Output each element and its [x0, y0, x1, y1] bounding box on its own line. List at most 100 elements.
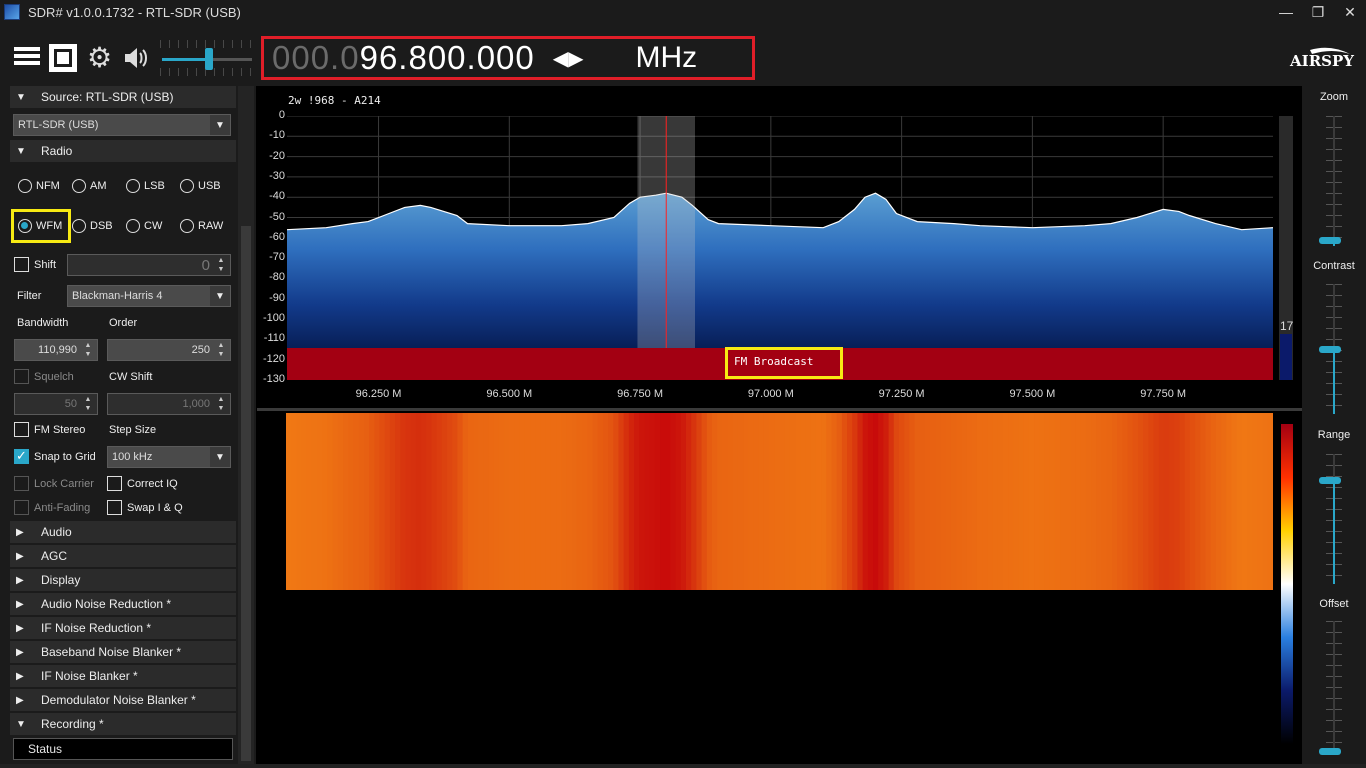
waterfall-column	[1060, 413, 1066, 590]
section-radio[interactable]: ▼ Radio	[10, 140, 236, 162]
waterfall-column	[644, 413, 651, 590]
mode-lsb[interactable]: LSB	[126, 179, 165, 193]
zoom-label: Zoom	[1319, 91, 1349, 103]
range-slider[interactable]	[1326, 454, 1342, 584]
section-recording[interactable]: ▼ Recording *	[10, 713, 236, 735]
waterfall-column	[311, 413, 318, 590]
shift-input[interactable]: 0 ▲ ▼	[67, 254, 231, 276]
spinner-icon[interactable]: ▲ ▼	[213, 395, 229, 413]
correct-iq-checkbox[interactable]: Correct IQ	[107, 476, 178, 491]
waterfall-column	[956, 413, 962, 590]
section-agc[interactable]: ▶ AGC	[10, 545, 236, 567]
waterfall-column	[711, 413, 718, 590]
maximize-button[interactable]: ❐	[1302, 0, 1334, 24]
mode-am[interactable]: AM	[72, 179, 107, 193]
waterfall-column	[909, 413, 916, 590]
section-baseband-noise-blanker[interactable]: ▶ Baseband Noise Blanker *	[10, 641, 236, 663]
waterfall-column	[717, 413, 723, 590]
anti-fading-checkbox[interactable]: Anti-Fading	[14, 500, 90, 515]
swap-iq-checkbox[interactable]: Swap I & Q	[107, 500, 183, 515]
fm-stereo-checkbox[interactable]: FM Stereo	[14, 422, 85, 437]
waterfall-column	[452, 413, 459, 590]
waterfall-column	[524, 413, 531, 590]
waterfall-column	[628, 413, 635, 590]
spinner-icon[interactable]: ▲ ▼	[213, 256, 229, 274]
source-header-label: Source: RTL-SDR (USB)	[41, 90, 174, 104]
volume-thumb[interactable]	[204, 48, 213, 70]
waterfall-column	[426, 413, 433, 590]
gear-icon[interactable]: ⚙	[87, 44, 115, 72]
waterfall-column	[919, 413, 926, 590]
frequency-display[interactable]: 000.0 96.800.000 ◀▶ MHz	[261, 36, 755, 80]
section-if-noise-reduction[interactable]: ▶ IF Noise Reduction *	[10, 617, 236, 639]
waterfall-column	[1101, 413, 1108, 590]
filter-dropdown[interactable]: Blackman-Harris 4 ▼	[67, 285, 231, 307]
bandwidth-input[interactable]: 110,990 ▲ ▼	[14, 339, 98, 361]
section-display[interactable]: ▶ Display	[10, 569, 236, 591]
mode-usb[interactable]: USB	[180, 179, 221, 193]
waterfall-column	[1075, 413, 1082, 590]
waterfall-column	[379, 413, 386, 590]
zoom-thumb[interactable]	[1319, 236, 1341, 244]
section-demodulator-noise-blanker[interactable]: ▶ Demodulator Noise Blanker *	[10, 689, 236, 711]
menu-icon[interactable]	[14, 44, 42, 72]
minimize-button[interactable]: —	[1270, 0, 1302, 24]
order-input[interactable]: 250 ▲ ▼	[107, 339, 231, 361]
zoom-slider[interactable]	[1326, 116, 1342, 246]
waterfall-column	[873, 413, 879, 590]
waterfall-column	[478, 413, 484, 590]
waterfall-column	[592, 413, 599, 590]
waterfall-column	[493, 413, 500, 590]
source-dropdown[interactable]: RTL-SDR (USB) ▼	[13, 114, 231, 136]
mode-cw[interactable]: CW	[126, 219, 162, 233]
expand-icon: ▶	[16, 694, 24, 706]
offset-thumb[interactable]	[1319, 748, 1341, 755]
x-tick-label: 96.250 M	[355, 388, 402, 400]
waterfall-column	[1054, 413, 1061, 590]
waterfall-column	[462, 413, 469, 590]
snap-to-grid-checkbox[interactable]: Snap to Grid	[14, 448, 96, 464]
mode-wfm[interactable]: WFM	[18, 219, 62, 233]
spinner-icon[interactable]: ▲ ▼	[80, 341, 96, 359]
volume-slider[interactable]	[160, 38, 252, 78]
range-thumb[interactable]	[1319, 477, 1341, 484]
waterfall-column	[883, 413, 890, 590]
frequency-leading-digits[interactable]: 000.0	[272, 39, 360, 77]
squelch-checkbox[interactable]: Squelch	[14, 369, 74, 384]
waterfall-column	[556, 413, 562, 590]
spectrum-splitter[interactable]	[257, 408, 1302, 411]
cw-shift-input[interactable]: 1,000 ▲ ▼	[107, 393, 231, 415]
shift-checkbox[interactable]: Shift	[14, 257, 56, 272]
scrollbar-thumb[interactable]	[241, 226, 251, 761]
section-audio-noise-reduction[interactable]: ▶ Audio Noise Reduction *	[10, 593, 236, 615]
waterfall-display[interactable]	[286, 413, 1273, 590]
waterfall-column	[317, 413, 323, 590]
waterfall-column	[322, 413, 329, 590]
spectrum-plot[interactable]	[287, 116, 1273, 380]
waterfall-column	[836, 413, 843, 590]
lock-carrier-checkbox[interactable]: Lock Carrier	[14, 476, 94, 491]
waterfall-column	[789, 413, 796, 590]
spinner-icon[interactable]: ▲ ▼	[80, 395, 96, 413]
offset-slider[interactable]	[1326, 621, 1342, 751]
step-size-dropdown[interactable]: 100 kHz ▼	[107, 446, 231, 468]
stop-button[interactable]	[49, 44, 77, 72]
frequency-digits[interactable]: 96.800.000	[360, 39, 535, 77]
section-if-noise-blanker[interactable]: ▶ IF Noise Blanker *	[10, 665, 236, 687]
mode-raw[interactable]: RAW	[180, 219, 223, 233]
order-label: Order	[109, 317, 138, 329]
close-button[interactable]: ✕	[1334, 0, 1366, 24]
left-panel-scrollbar[interactable]	[238, 86, 254, 768]
mode-nfm[interactable]: NFM	[18, 179, 60, 193]
spinner-icon[interactable]: ▲ ▼	[213, 341, 229, 359]
mode-dsb[interactable]: DSB	[72, 219, 113, 233]
frequency-step-arrows-icon[interactable]: ◀▶	[553, 46, 584, 71]
speaker-icon[interactable]	[122, 44, 150, 72]
y-tick-label: -80	[269, 271, 285, 284]
waterfall-column	[540, 413, 547, 590]
section-audio[interactable]: ▶ Audio	[10, 521, 236, 543]
contrast-thumb[interactable]	[1319, 346, 1341, 353]
section-source[interactable]: ▼ Source: RTL-SDR (USB)	[10, 86, 236, 108]
squelch-input[interactable]: 50 ▲ ▼	[14, 393, 98, 415]
waterfall-column	[852, 413, 859, 590]
